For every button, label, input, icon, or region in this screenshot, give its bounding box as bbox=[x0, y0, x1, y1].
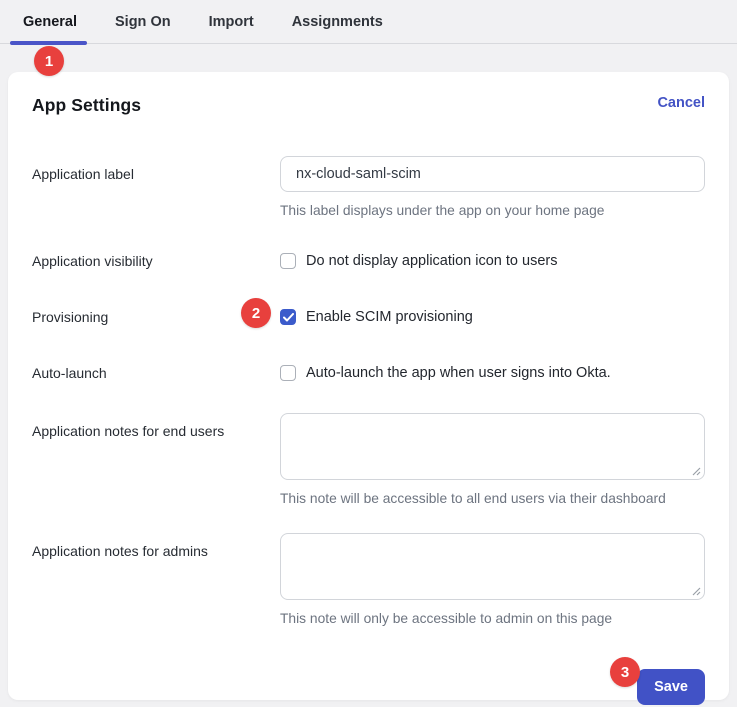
annotation-badge-1: 1 bbox=[34, 46, 64, 76]
tab-bar: General Sign On Import Assignments bbox=[0, 0, 737, 44]
app-settings-card: App Settings Cancel Application label Th… bbox=[8, 72, 729, 700]
application-label-input[interactable] bbox=[280, 156, 705, 192]
scim-provisioning-checkbox[interactable] bbox=[280, 309, 296, 325]
tab-assignments[interactable]: Assignments bbox=[292, 14, 383, 30]
application-visibility-checkbox[interactable] bbox=[280, 253, 296, 269]
active-tab-indicator bbox=[10, 41, 87, 45]
save-row: Save bbox=[32, 669, 705, 705]
provisioning-row: Provisioning Enable SCIM provisioning bbox=[32, 308, 705, 326]
notes-end-users-helper: This note will be accessible to all end … bbox=[280, 491, 705, 507]
application-label-row: Application label This label displays un… bbox=[32, 156, 705, 219]
auto-launch-row: Auto-launch Auto-launch the app when use… bbox=[32, 364, 705, 382]
notes-admins-label: Application notes for admins bbox=[32, 533, 280, 560]
auto-launch-text: Auto-launch the app when user signs into… bbox=[306, 364, 611, 382]
annotation-badge-3: 3 bbox=[610, 657, 640, 687]
notes-end-users-label: Application notes for end users bbox=[32, 413, 280, 440]
annotation-badge-2: 2 bbox=[241, 298, 271, 328]
tab-sign-on[interactable]: Sign On bbox=[115, 14, 171, 30]
application-visibility-label: Application visibility bbox=[32, 252, 280, 270]
tab-general[interactable]: General bbox=[23, 14, 77, 30]
cancel-button[interactable]: Cancel bbox=[657, 95, 705, 111]
tab-import[interactable]: Import bbox=[209, 14, 254, 30]
application-visibility-text: Do not display application icon to users bbox=[306, 252, 557, 270]
notes-admins-helper: This note will only be accessible to adm… bbox=[280, 611, 705, 627]
notes-admins-row: Application notes for admins This note w… bbox=[32, 533, 705, 627]
auto-launch-checkbox[interactable] bbox=[280, 365, 296, 381]
card-header: App Settings Cancel bbox=[32, 95, 705, 116]
application-label-label: Application label bbox=[32, 156, 280, 183]
application-label-helper: This label displays under the app on you… bbox=[280, 203, 705, 219]
scim-provisioning-text: Enable SCIM provisioning bbox=[306, 308, 473, 326]
auto-launch-label: Auto-launch bbox=[32, 364, 280, 382]
notes-admins-textarea[interactable] bbox=[280, 533, 705, 600]
save-button[interactable]: Save bbox=[637, 669, 705, 705]
notes-end-users-row: Application notes for end users This not… bbox=[32, 413, 705, 507]
notes-end-users-textarea[interactable] bbox=[280, 413, 705, 480]
app-settings-page: General Sign On Import Assignments 1 2 3… bbox=[0, 0, 737, 707]
application-visibility-row: Application visibility Do not display ap… bbox=[32, 252, 705, 270]
page-title: App Settings bbox=[32, 95, 141, 116]
